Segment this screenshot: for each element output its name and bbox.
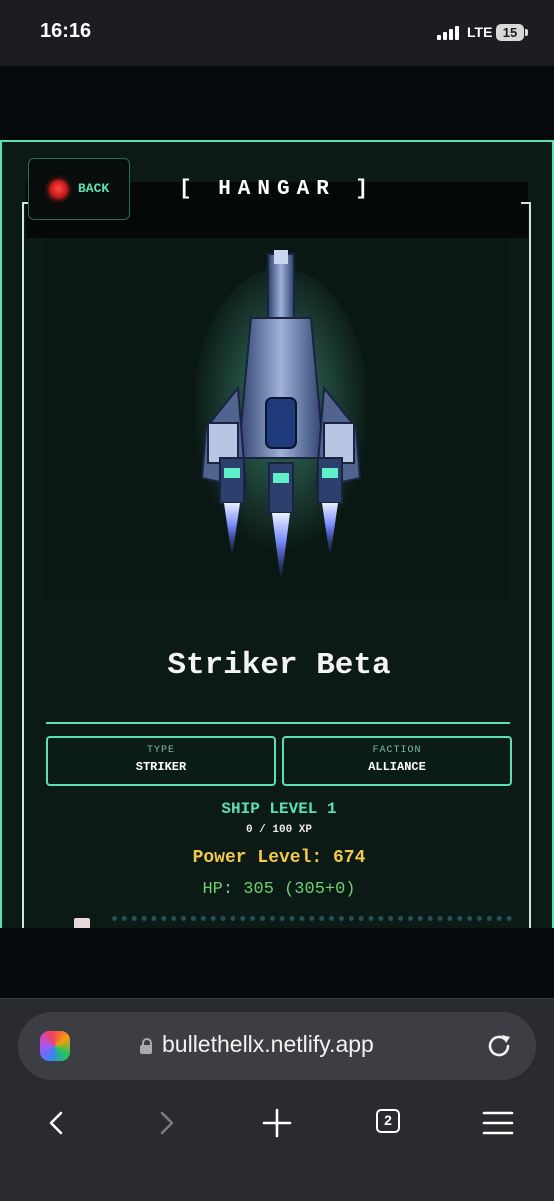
network-type: LTE [467, 24, 493, 40]
ship-name: Striker Beta [167, 648, 391, 683]
back-icon [49, 180, 68, 199]
power-level: Power Level: 674 [192, 848, 366, 868]
type-card: TYPE STRIKER [46, 736, 276, 786]
xp-progress: 0 / 100 XP [245, 824, 312, 836]
divider [46, 722, 510, 724]
ship-preview-panel [46, 238, 510, 600]
page-background-top [0, 66, 554, 142]
copilot-icon[interactable] [40, 1031, 70, 1061]
back-button[interactable]: BACK [28, 158, 130, 220]
faction-label: FACTION [372, 745, 422, 756]
frame-border-left [22, 204, 24, 928]
clipped-stat-row [74, 916, 514, 928]
signal-icon [437, 26, 463, 40]
ship-level: SHIP LEVEL 1 [221, 800, 337, 818]
status-bar: 16:16 LTE 15 [0, 0, 554, 66]
menu-icon[interactable] [478, 1103, 518, 1143]
status-time: 16:16 [40, 20, 92, 42]
page-title: [ HANGAR ] [178, 178, 376, 201]
faction-card: FACTION ALLIANCE [282, 736, 512, 786]
type-label: TYPE [146, 745, 175, 756]
faction-value: ALLIANCE [368, 760, 426, 774]
new-tab-plus-icon[interactable] [257, 1103, 297, 1143]
spaceship-image [196, 250, 366, 583]
type-value: STRIKER [135, 760, 187, 774]
tabs-button[interactable]: 2 [376, 1109, 400, 1133]
forward-arrow-icon[interactable] [147, 1103, 187, 1143]
browser-toolbar: bullethellx.netlify.app [0, 998, 554, 1201]
frame-border-right [529, 204, 531, 928]
back-arrow-icon[interactable] [36, 1103, 76, 1143]
back-button-label: BACK [78, 181, 110, 196]
lock-icon [140, 1038, 152, 1054]
battery-icon: 15 [496, 24, 524, 41]
hangar-screen: BACK [ HANGAR ] Striker Beta TYPE STRIKE… [0, 140, 554, 930]
url-text[interactable]: bullethellx.netlify.app [162, 1031, 374, 1058]
battery-tip [525, 29, 528, 36]
address-bar[interactable]: bullethellx.netlify.app [18, 1012, 536, 1080]
reload-icon[interactable] [484, 1031, 514, 1061]
page-background-bottom [0, 928, 554, 998]
hp-stat: HP: 305 (305+0) [202, 880, 356, 899]
